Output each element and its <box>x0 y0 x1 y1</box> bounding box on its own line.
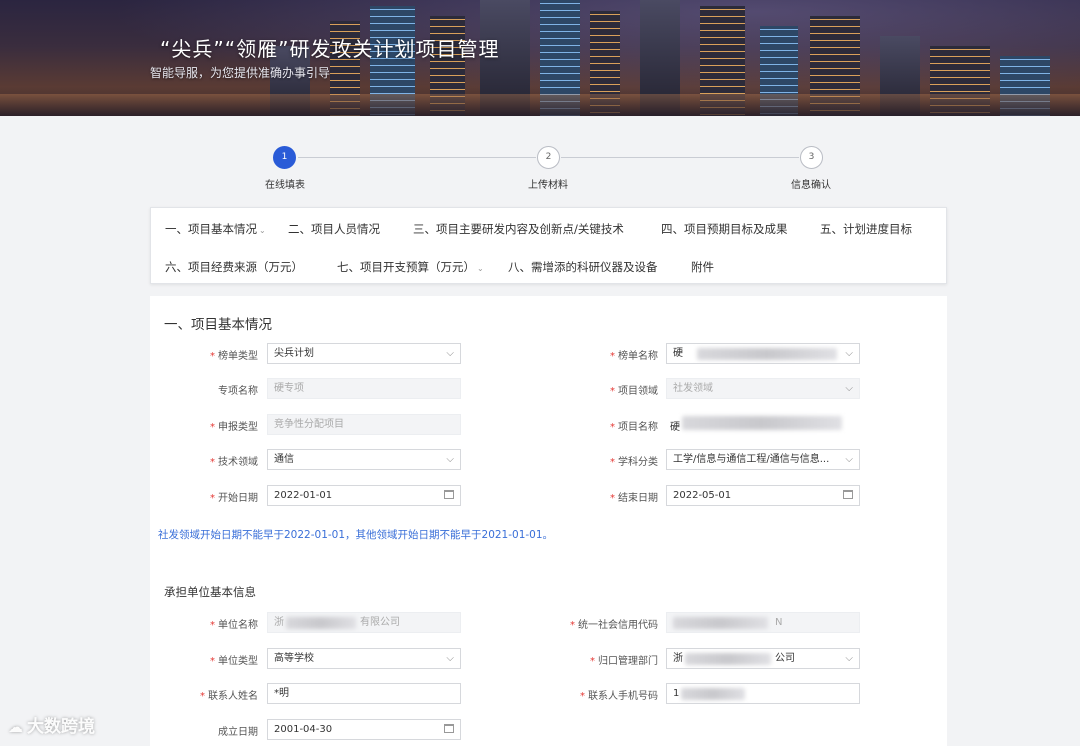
org-info-title: 承担单位基本信息 <box>164 585 256 599</box>
org-type-label: * 单位类型 <box>210 656 258 667</box>
cloud-logo-icon: ☁ <box>8 718 23 736</box>
calendar-icon <box>444 724 454 733</box>
nav-item-budget[interactable]: 七、项目开支预算（万元） ⌄ <box>337 259 484 275</box>
banner-subtitle: 智能导服，为您提供准确办事引导 <box>150 66 331 80</box>
credit-code-field: N <box>666 612 860 633</box>
nav-item-research-content[interactable]: 三、项目主要研发内容及创新点/关键技术 <box>413 221 624 237</box>
founded-label: 成立日期 <box>218 727 258 738</box>
project-name-label: * 项目名称 <box>610 422 658 433</box>
nav-item-funding-source[interactable]: 六、项目经费来源（万元） <box>165 259 303 275</box>
end-date-label: * 结束日期 <box>610 493 658 504</box>
dept-label: * 归口管理部门 <box>590 656 658 667</box>
section-title: 一、项目基本情况 <box>164 317 272 333</box>
step-1-indicator[interactable]: 1 <box>273 146 296 169</box>
tech-domain-label: * 技术领域 <box>210 457 258 468</box>
nav-item-personnel[interactable]: 二、项目人员情况 <box>288 221 380 237</box>
end-date-picker[interactable]: 2022-05-01 <box>666 485 860 506</box>
apply-type-label: * 申报类型 <box>210 422 258 433</box>
watermark-logo: ☁ 大数跨境 <box>8 717 95 737</box>
section-nav: 一、项目基本情况 ⌄ 二、项目人员情况 三、项目主要研发内容及创新点/关键技术 四… <box>150 207 947 284</box>
project-domain-select: 社发领域 ⌵ <box>666 378 860 399</box>
chevron-down-icon: ⌵ <box>845 653 853 664</box>
date-rule-note: 社发领域开始日期不能早于2022-01-01，其他领域开始日期不能早于2021-… <box>158 529 554 541</box>
apply-type-field: 竞争性分配项目 <box>267 414 461 435</box>
chevron-down-icon: ⌄ <box>477 264 484 273</box>
step-2-indicator[interactable]: 2 <box>537 146 560 169</box>
credit-code-label: * 统一社会信用代码 <box>570 620 658 631</box>
progress-steps: 1 2 3 在线填表 上传材料 信息确认 <box>0 145 1080 195</box>
chevron-down-icon: ⌵ <box>446 348 454 359</box>
header-banner: “尖兵”“领雁”研发攻关计划项目管理 智能导服，为您提供准确办事引导 <box>0 0 1080 116</box>
step-1-label: 在线填表 <box>265 180 305 191</box>
subject-label: * 学科分类 <box>610 457 658 468</box>
org-name-label: * 单位名称 <box>210 620 258 631</box>
calendar-icon <box>444 490 454 499</box>
chevron-down-icon: ⌵ <box>446 454 454 465</box>
dept-select[interactable]: 浙公司 ⌵ <box>666 648 860 669</box>
subject-select[interactable]: 工学/信息与通信工程/通信与信息... ⌵ <box>666 449 860 470</box>
bangdan-name-label: * 榜单名称 <box>610 351 658 362</box>
nav-item-expected-goals[interactable]: 四、项目预期目标及成果 <box>661 221 788 237</box>
project-name-value: 硬 <box>670 422 680 433</box>
contact-name-label: * 联系人姓名 <box>200 691 258 702</box>
tech-domain-select[interactable]: 通信 ⌵ <box>267 449 461 470</box>
nav-item-attachments[interactable]: 附件 <box>691 259 714 275</box>
step-2-label: 上传材料 <box>528 180 568 191</box>
contact-phone-label: * 联系人手机号码 <box>580 691 658 702</box>
special-name-field: 硬专项 <box>267 378 461 399</box>
chevron-down-icon: ⌵ <box>845 454 853 465</box>
contact-name-input[interactable]: *明 <box>267 683 461 704</box>
contact-phone-input[interactable]: 1 <box>666 683 860 704</box>
chevron-down-icon: ⌄ <box>259 226 266 235</box>
bangdan-type-label: * 榜单类型 <box>210 351 258 362</box>
bangdan-type-select[interactable]: 尖兵计划 ⌵ <box>267 343 461 364</box>
banner-title: “尖兵”“领雁”研发攻关计划项目管理 <box>160 37 500 61</box>
nav-item-schedule[interactable]: 五、计划进度目标 <box>820 221 912 237</box>
chevron-down-icon: ⌵ <box>845 383 853 394</box>
project-domain-label: * 项目领域 <box>610 386 658 397</box>
start-date-picker[interactable]: 2022-01-01 <box>267 485 461 506</box>
bangdan-name-select[interactable]: 硬 ⌵ <box>666 343 860 364</box>
org-name-field: 浙有限公司 <box>267 612 461 633</box>
nav-item-basic-info[interactable]: 一、项目基本情况 ⌄ <box>165 221 266 237</box>
start-date-label: * 开始日期 <box>210 493 258 504</box>
step-3-label: 信息确认 <box>791 180 831 191</box>
step-3-indicator[interactable]: 3 <box>800 146 823 169</box>
org-type-select[interactable]: 高等学校 ⌵ <box>267 648 461 669</box>
chevron-down-icon: ⌵ <box>845 348 853 359</box>
basic-info-form: 一、项目基本情况 * 榜单类型 尖兵计划 ⌵ * 榜单名称 硬 ⌵ 专项名称 硬专项 *… <box>150 296 947 746</box>
calendar-icon <box>843 490 853 499</box>
chevron-down-icon: ⌵ <box>446 653 454 664</box>
founded-date-picker[interactable]: 2001-04-30 <box>267 719 461 740</box>
nav-item-equipment[interactable]: 八、需增添的科研仪器及设备 <box>508 259 658 275</box>
special-name-label: 专项名称 <box>218 386 258 397</box>
